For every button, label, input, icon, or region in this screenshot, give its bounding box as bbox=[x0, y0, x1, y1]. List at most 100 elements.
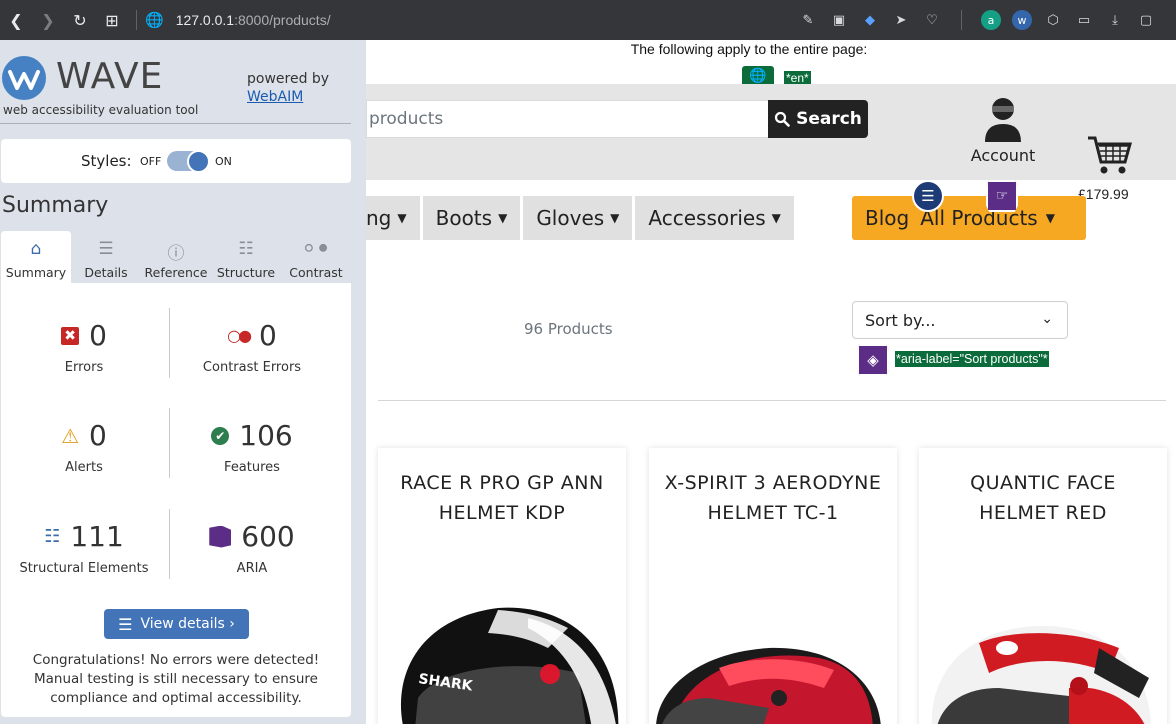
contrast-errors-count: 0 bbox=[259, 319, 277, 352]
nav-item-label: All Products bbox=[920, 206, 1038, 230]
styles-on-label: ON bbox=[215, 155, 232, 168]
cast-icon[interactable]: ▭ bbox=[1074, 10, 1094, 30]
tab-label: Contrast bbox=[289, 265, 343, 280]
wave-extension-icon[interactable]: w bbox=[1012, 10, 1032, 30]
cart-link[interactable]: £179.99 bbox=[1078, 132, 1150, 206]
aria-count: 600 bbox=[241, 520, 295, 553]
edit-icon[interactable]: ✎ bbox=[798, 10, 818, 30]
product-title[interactable]: X-SPIRIT 3 AERODYNE HELMET TC-1 bbox=[661, 468, 885, 528]
alerts-label: Alerts bbox=[65, 460, 103, 475]
divider bbox=[378, 400, 1166, 401]
styles-toggle-row: Styles: OFF ON bbox=[1, 139, 351, 183]
send-icon[interactable]: ➤ bbox=[891, 10, 911, 30]
view-details-label: View details › bbox=[140, 616, 235, 632]
product-image[interactable] bbox=[919, 548, 1167, 724]
stat-structural[interactable]: ☷ 111 Structural Elements bbox=[1, 520, 167, 576]
nav-item-all-products[interactable]: All Products ▼ bbox=[920, 206, 1055, 230]
summary-heading: Summary bbox=[2, 193, 109, 218]
product-card[interactable]: QUANTIC FACE HELMET RED bbox=[919, 448, 1167, 724]
url-host: 127.0.0.1 bbox=[175, 12, 235, 28]
stat-aria[interactable]: 600 ARIA bbox=[169, 520, 335, 576]
browser-nav: ❮ ❯ ↻ ⊞ 🌐 127.0.0.1:8000/products/ bbox=[0, 6, 331, 34]
wave-list-structure-icon[interactable]: ☰ bbox=[912, 180, 944, 212]
styles-label: Styles: bbox=[81, 152, 132, 170]
powered-by: powered by WebAIM bbox=[247, 70, 329, 106]
wave-notice-text: The following apply to the entire page: bbox=[630, 41, 868, 57]
product-title[interactable]: RACE R PRO GP ANN HELMET KDP bbox=[390, 468, 614, 528]
tab-grid-icon[interactable]: ⊞ bbox=[96, 6, 128, 34]
tab-details[interactable]: ☰ Details bbox=[71, 231, 141, 283]
camera-icon[interactable]: ▣ bbox=[829, 10, 849, 30]
search-button-label: Search bbox=[796, 109, 862, 129]
nav-item-label: Gloves bbox=[536, 206, 605, 230]
features-label: Features bbox=[224, 460, 280, 475]
error-icon: ✖ bbox=[61, 326, 80, 345]
tab-label: Reference bbox=[144, 265, 208, 280]
product-card[interactable]: X-SPIRIT 3 AERODYNE HELMET TC-1 bbox=[649, 448, 897, 724]
globe-icon: 🌐 bbox=[145, 12, 164, 29]
wave-aria-label-icon[interactable]: ◈ bbox=[857, 344, 889, 376]
summary-panel: ⌂ Summary ☰ Details ⓘ Reference ☷ Struct… bbox=[1, 231, 351, 717]
product-card[interactable]: RACE R PRO GP ANN HELMET KDP SHARK bbox=[378, 448, 626, 724]
nav-item-label: ng bbox=[366, 206, 392, 230]
tab-label: Structure bbox=[216, 265, 276, 280]
styles-toggle-knob[interactable] bbox=[187, 150, 210, 173]
nav-item-clothing[interactable]: ng ▼ bbox=[366, 196, 420, 240]
congratulations-message: Congratulations! No errors were detected… bbox=[32, 652, 320, 706]
tab-reference[interactable]: ⓘ Reference bbox=[141, 231, 211, 283]
structural-label: Structural Elements bbox=[19, 561, 149, 576]
errors-label: Errors bbox=[64, 360, 104, 375]
list-icon: ☰ bbox=[118, 614, 133, 634]
view-details-button[interactable]: ☰ View details › bbox=[104, 609, 249, 639]
toolbar-divider bbox=[961, 10, 962, 30]
stat-errors[interactable]: ✖ 0 Errors bbox=[1, 319, 167, 375]
nav-item-accessories[interactable]: Accessories ▼ bbox=[635, 196, 794, 240]
address-bar[interactable]: 🌐 127.0.0.1:8000/products/ bbox=[145, 11, 331, 29]
chevron-down-icon: ⌄ bbox=[1041, 311, 1053, 327]
cube-icon[interactable]: ⬡ bbox=[1043, 10, 1063, 30]
features-count: 106 bbox=[239, 419, 293, 452]
account-link[interactable]: Account bbox=[962, 96, 1044, 166]
wave-page-notice: The following apply to the entire page: … bbox=[366, 40, 1176, 86]
powered-by-label: powered by bbox=[247, 71, 330, 87]
tab-contrast[interactable]: ⚪⚫ Contrast bbox=[281, 231, 351, 283]
tab-label: Details bbox=[84, 265, 128, 280]
accessibility-extension-icon[interactable]: a bbox=[981, 10, 1001, 30]
stat-features[interactable]: ✔ 106 Features bbox=[169, 419, 335, 475]
sort-select[interactable]: Sort by... ⌄ bbox=[852, 301, 1068, 339]
nav-item-boots[interactable]: Boots ▼ bbox=[422, 196, 521, 240]
reload-icon[interactable]: ↻ bbox=[64, 6, 96, 34]
shield-icon[interactable]: ◆ bbox=[860, 10, 880, 30]
nav-item-blog[interactable]: Blog bbox=[865, 206, 909, 230]
structure-icon: ☷ bbox=[44, 526, 61, 547]
search-button[interactable]: Search bbox=[768, 100, 868, 138]
structural-count: 111 bbox=[70, 520, 124, 553]
language-globe-icon[interactable]: 🌐 bbox=[742, 66, 774, 86]
caret-down-icon: ▼ bbox=[610, 211, 620, 225]
search-icon bbox=[774, 111, 790, 127]
styles-off-label: OFF bbox=[140, 155, 162, 168]
heart-icon[interactable]: ♡ bbox=[922, 10, 942, 30]
stat-contrast-errors[interactable]: ○● 0 Contrast Errors bbox=[169, 319, 335, 375]
wave-subtitle: web accessibility evaluation tool bbox=[3, 103, 199, 117]
wave-aria-icon[interactable]: ☞ bbox=[986, 180, 1018, 212]
nav-item-label: Boots bbox=[435, 206, 493, 230]
webaim-link[interactable]: WebAIM bbox=[247, 89, 303, 105]
nav-item-gloves[interactable]: Gloves ▼ bbox=[523, 196, 633, 240]
stat-alerts[interactable]: ⚠ 0 Alerts bbox=[1, 419, 167, 475]
cart-icon bbox=[1088, 136, 1132, 174]
search-input[interactable]: products bbox=[366, 100, 768, 138]
tab-label: Summary bbox=[5, 265, 67, 280]
nav-item-label: Accessories bbox=[648, 206, 766, 230]
product-title[interactable]: QUANTIC FACE HELMET RED bbox=[931, 468, 1155, 528]
toolbar-divider bbox=[136, 10, 137, 30]
tab-summary[interactable]: ⌂ Summary bbox=[1, 231, 71, 283]
screenshot-icon[interactable]: ▢ bbox=[1136, 10, 1156, 30]
product-image[interactable]: SHARK bbox=[378, 548, 626, 724]
forward-icon[interactable]: ❯ bbox=[32, 6, 64, 34]
tab-structure[interactable]: ☷ Structure bbox=[211, 231, 281, 283]
back-icon[interactable]: ❮ bbox=[0, 6, 32, 34]
download-icon[interactable]: ⤓ bbox=[1105, 10, 1125, 30]
url-path: :8000/products/ bbox=[234, 12, 331, 28]
product-image[interactable] bbox=[649, 548, 897, 724]
